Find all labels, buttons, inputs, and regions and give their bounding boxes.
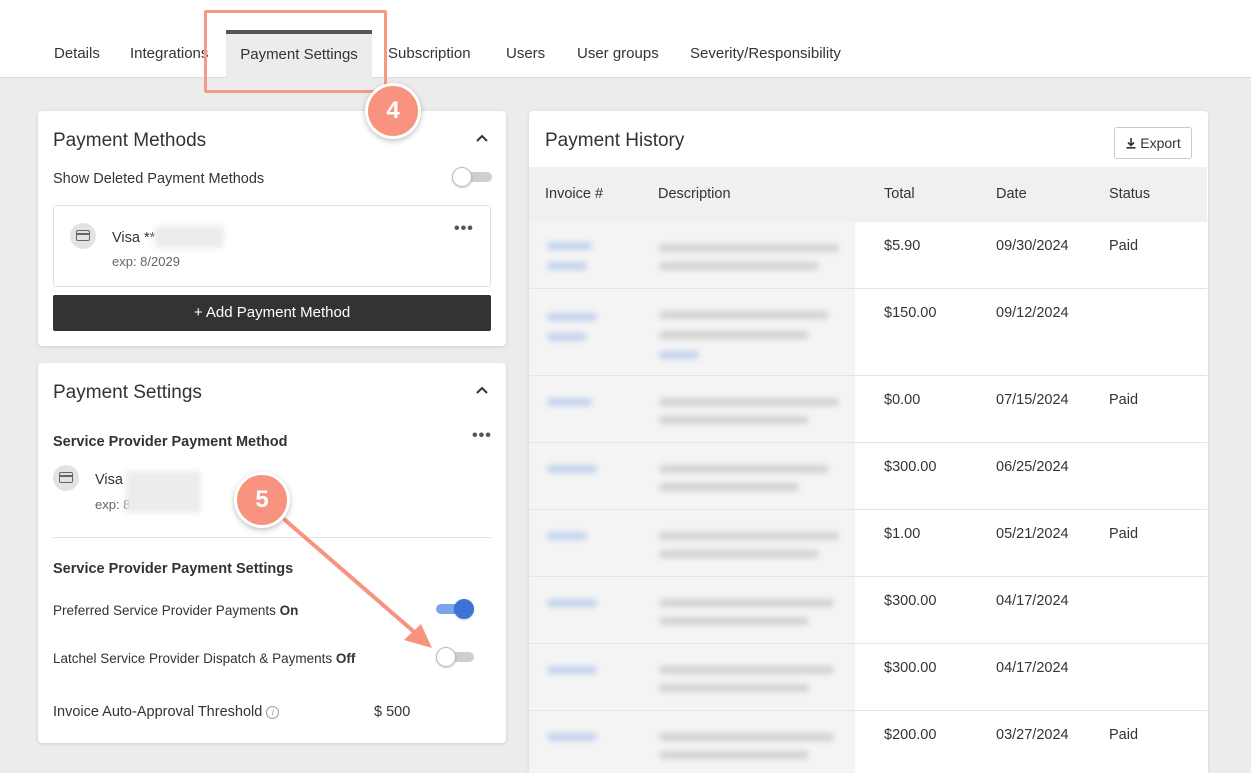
export-button[interactable]: Export [1114, 127, 1192, 159]
sp-settings-heading: Service Provider Payment Settings [53, 561, 294, 577]
latchel-dispatch-label: Latchel Service Provider Dispatch & Paym… [53, 651, 355, 666]
col-invoice[interactable]: Invoice # [545, 167, 603, 222]
download-icon [1126, 138, 1136, 149]
chevron-up-icon[interactable] [476, 385, 488, 397]
row-date: 09/30/2024 [996, 238, 1069, 254]
redacted-card-number [154, 226, 224, 248]
table-row[interactable]: $200.00 03/27/2024 Paid [529, 711, 1207, 773]
tab-severity-responsibility[interactable]: Severity/Responsibility [690, 30, 841, 78]
row-status: Paid [1109, 392, 1139, 408]
table-row[interactable]: $300.00 06/25/2024 [529, 443, 1207, 510]
table-header: Invoice # Description Total Date Status [529, 167, 1207, 222]
threshold-label: Invoice Auto-Approval Threshold i [53, 704, 280, 720]
redacted-invoice-description [529, 644, 855, 710]
payment-history-card: Payment History Export Invoice # Descrip… [529, 111, 1208, 773]
tab-payment-settings[interactable]: Payment Settings [226, 30, 372, 78]
redacted-invoice-description [529, 577, 855, 643]
latchel-dispatch-toggle-knob[interactable] [436, 647, 456, 667]
credit-card-icon [53, 465, 79, 491]
sp-method-heading: Service Provider Payment Method [53, 434, 288, 450]
more-options-icon[interactable]: ••• [472, 427, 492, 445]
credit-card-icon [70, 223, 96, 249]
redacted-invoice-description [529, 443, 855, 509]
preferred-payments-toggle-knob[interactable] [454, 599, 474, 619]
redacted-invoice-description [529, 376, 855, 442]
col-description[interactable]: Description [658, 167, 731, 222]
row-date: 04/17/2024 [996, 660, 1069, 676]
more-options-icon[interactable]: ••• [454, 220, 474, 238]
col-total[interactable]: Total [884, 167, 915, 222]
payment-settings-card: Payment Settings Service Provider Paymen… [38, 363, 506, 743]
row-total: $300.00 [884, 459, 937, 475]
row-total: $300.00 [884, 660, 937, 676]
redacted-invoice-description [529, 289, 855, 375]
table-row[interactable]: $1.00 05/21/2024 Paid [529, 510, 1207, 577]
tab-bar: Details Integrations Payment Settings Su… [0, 0, 1251, 78]
row-total: $150.00 [884, 305, 937, 321]
row-date: 06/25/2024 [996, 459, 1069, 475]
preferred-payments-state: On [279, 603, 299, 618]
tab-details[interactable]: Details [54, 30, 100, 78]
row-date: 03/27/2024 [996, 727, 1069, 743]
threshold-value[interactable]: $ 500 [374, 704, 410, 720]
row-date: 05/21/2024 [996, 526, 1069, 542]
redacted-invoice-description [529, 711, 855, 773]
tab-users[interactable]: Users [506, 30, 545, 78]
tab-user-groups[interactable]: User groups [577, 30, 659, 78]
divider [53, 537, 491, 538]
table-row[interactable]: $5.90 09/30/2024 Paid [529, 222, 1207, 289]
row-status: Paid [1109, 727, 1139, 743]
show-deleted-toggle-knob[interactable] [452, 167, 472, 187]
info-icon[interactable]: i [266, 705, 280, 719]
row-total: $200.00 [884, 727, 937, 743]
col-status[interactable]: Status [1109, 167, 1150, 222]
tab-subscription[interactable]: Subscription [388, 30, 471, 78]
latchel-dispatch-text: Latchel Service Provider Dispatch & Paym… [53, 651, 333, 666]
tab-integrations[interactable]: Integrations [130, 30, 208, 78]
payment-methods-title: Payment Methods [53, 130, 207, 151]
redacted-card-number [126, 471, 201, 513]
row-date: 04/17/2024 [996, 593, 1069, 609]
preferred-payments-text: Preferred Service Provider Payments [53, 603, 276, 618]
payment-history-title: Payment History [545, 130, 685, 151]
row-status: Paid [1109, 238, 1139, 254]
table-row[interactable]: $0.00 07/15/2024 Paid [529, 376, 1207, 443]
redacted-invoice-description [529, 510, 855, 576]
annotation-step-4: 4 [365, 83, 421, 139]
row-date: 07/15/2024 [996, 392, 1069, 408]
threshold-text: Invoice Auto-Approval Threshold [53, 704, 263, 720]
col-date[interactable]: Date [996, 167, 1027, 222]
add-payment-method-button[interactable]: + Add Payment Method [53, 295, 491, 331]
row-total: $5.90 [884, 238, 921, 254]
latchel-dispatch-state: Off [335, 651, 356, 666]
row-total: $300.00 [884, 593, 937, 609]
chevron-up-icon[interactable] [476, 133, 488, 145]
table-row[interactable]: $150.00 09/12/2024 [529, 289, 1207, 376]
preferred-payments-label: Preferred Service Provider Payments On [53, 603, 298, 618]
redacted-invoice-description [529, 222, 855, 288]
annotation-step-5: 5 [234, 472, 290, 528]
visa-card-exp: exp: 8/2029 [112, 254, 180, 269]
sp-visa-card-name: Visa [95, 472, 123, 488]
payment-method-item: Visa ** exp: 8/2029 ••• [53, 205, 491, 287]
row-total: $0.00 [884, 392, 921, 408]
export-label: Export [1140, 135, 1181, 151]
payment-methods-card: Payment Methods Show Deleted Payment Met… [38, 111, 506, 346]
row-total: $1.00 [884, 526, 921, 542]
table-row[interactable]: $300.00 04/17/2024 [529, 644, 1207, 711]
table-row[interactable]: $300.00 04/17/2024 [529, 577, 1207, 644]
show-deleted-label: Show Deleted Payment Methods [53, 171, 265, 187]
visa-card-name: Visa ** [112, 230, 156, 246]
row-status: Paid [1109, 526, 1139, 542]
payment-settings-title: Payment Settings [53, 382, 202, 403]
row-date: 09/12/2024 [996, 305, 1069, 321]
